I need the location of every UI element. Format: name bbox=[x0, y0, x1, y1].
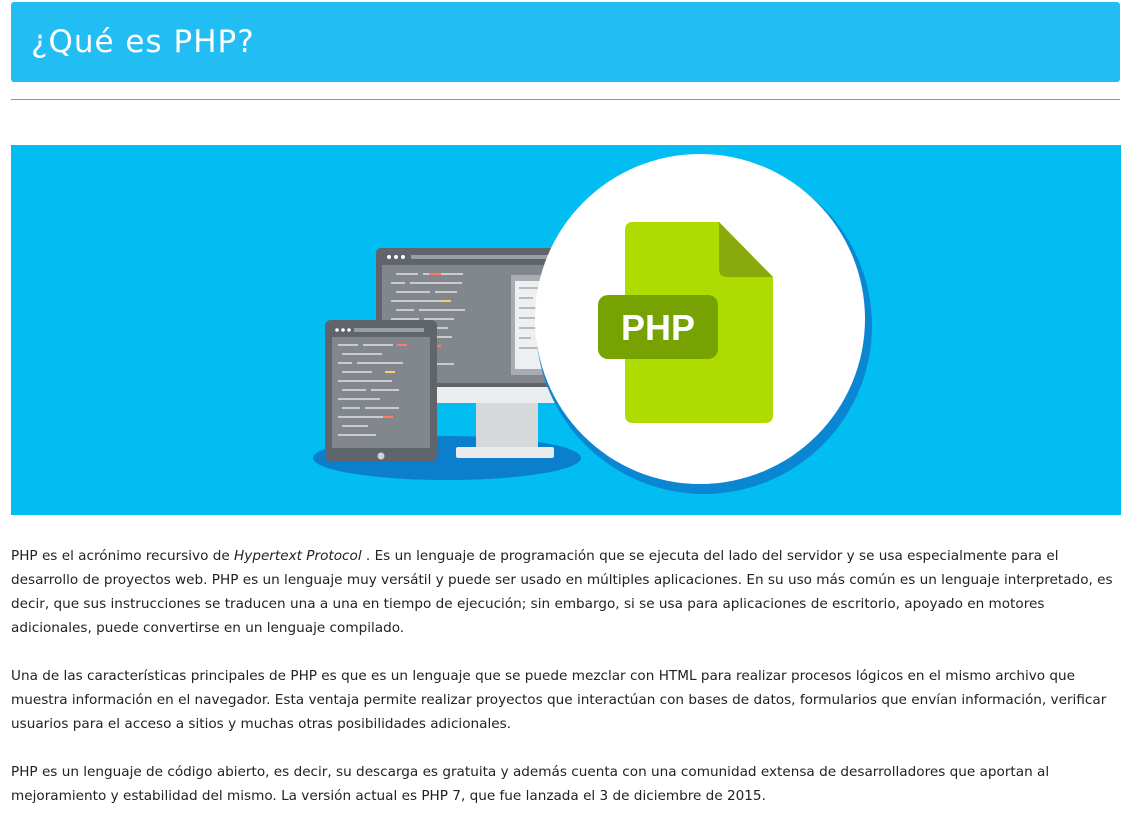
article-body: PHP es el acrónimo recursivo de Hypertex… bbox=[11, 544, 1126, 832]
paragraph-2: Una de las características principales d… bbox=[11, 668, 1107, 732]
tablet-icon bbox=[325, 320, 437, 462]
page-header: ¿Qué es PHP? bbox=[11, 2, 1120, 82]
paragraph-1-intro: PHP es el acrónimo recursivo de bbox=[11, 548, 235, 564]
hero-illustration: PHP bbox=[11, 145, 1121, 515]
paragraph-1: PHP es el acrónimo recursivo de Hypertex… bbox=[11, 544, 1126, 640]
hero-svg: PHP bbox=[313, 154, 872, 494]
hypertext-protocol-term: Hypertext Protocol bbox=[234, 548, 362, 564]
php-badge-text: PHP bbox=[621, 307, 695, 348]
title-divider bbox=[11, 99, 1120, 100]
paragraph-3: PHP es un lenguaje de código abierto, es… bbox=[11, 764, 1050, 804]
page-title: ¿Qué es PHP? bbox=[31, 24, 255, 60]
